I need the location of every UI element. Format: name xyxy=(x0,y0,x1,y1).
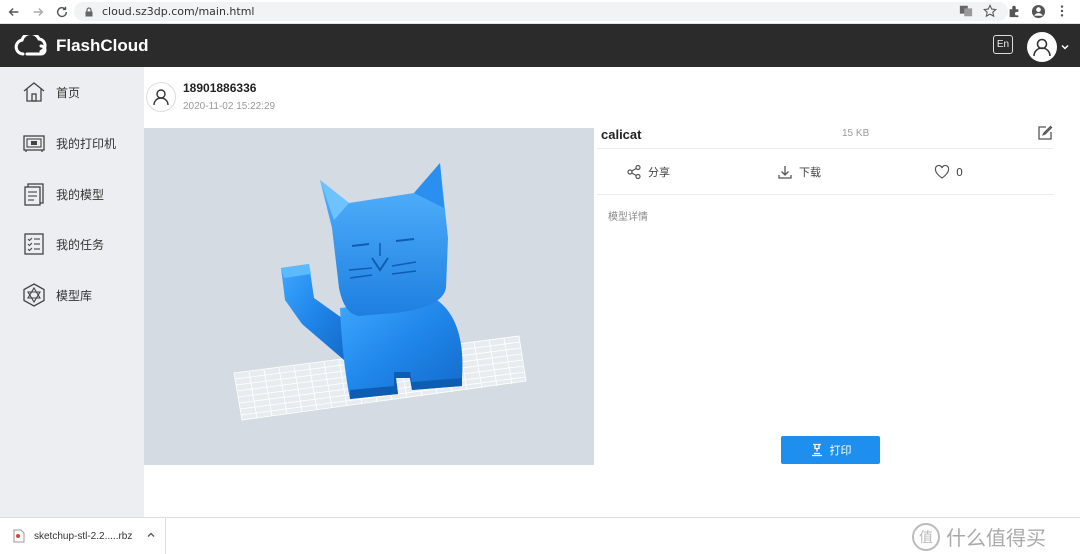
uploader-name: 18901886336 xyxy=(183,81,257,95)
share-icon xyxy=(627,164,641,180)
watermark: 值 什么值得买 xyxy=(912,522,1046,551)
download-button[interactable]: 下载 xyxy=(777,164,821,180)
model-file-size: 15 KB xyxy=(842,128,870,139)
task-list-icon xyxy=(24,233,44,255)
library-icon xyxy=(23,283,45,307)
language-toggle-button[interactable]: En xyxy=(993,35,1013,54)
reload-icon[interactable] xyxy=(52,2,72,22)
chevron-up-icon[interactable] xyxy=(146,530,156,540)
sidebar-item-home[interactable]: 首页 xyxy=(22,79,80,105)
brand-name: FlashCloud xyxy=(56,36,149,55)
menu-dots-icon[interactable] xyxy=(1054,3,1070,19)
print-label: 打印 xyxy=(829,444,852,457)
app-header: FlashCloud En xyxy=(0,24,1080,67)
sidebar-item-printers[interactable]: 我的打印机 xyxy=(22,130,116,156)
url-text: cloud.sz3dp.com/main.html xyxy=(102,5,255,18)
uploader-avatar xyxy=(146,82,176,112)
sidebar-item-label: 首页 xyxy=(56,85,81,100)
like-button[interactable]: 0 xyxy=(934,164,963,180)
bookmark-star-icon[interactable] xyxy=(982,3,998,19)
file-icon xyxy=(13,529,25,543)
translate-icon[interactable] xyxy=(958,3,974,19)
edit-icon[interactable] xyxy=(1037,125,1053,141)
model-icon xyxy=(24,183,44,206)
back-icon[interactable] xyxy=(4,2,24,22)
heart-icon xyxy=(934,164,950,179)
model-preview-viewport[interactable] xyxy=(144,128,594,465)
forward-icon[interactable] xyxy=(28,2,48,22)
print-nozzle-icon xyxy=(811,443,822,457)
home-icon xyxy=(23,82,45,102)
sidebar: 首页 我的打印机 我的模型 我的任务 模型库 xyxy=(0,67,144,517)
sidebar-item-label: 我的打印机 xyxy=(56,136,117,151)
cloud-logo-icon xyxy=(14,35,47,56)
download-filename: sketchup-stl-2.2.....rbz xyxy=(34,530,133,542)
download-item[interactable]: sketchup-stl-2.2.....rbz xyxy=(0,518,166,554)
download-icon xyxy=(778,166,792,179)
profile-icon[interactable] xyxy=(1030,3,1046,19)
watermark-logo-icon: 值 xyxy=(912,522,940,551)
user-icon xyxy=(153,89,169,106)
share-button[interactable]: 分享 xyxy=(626,164,670,180)
user-icon xyxy=(1033,38,1051,57)
model-title: calicat xyxy=(601,127,642,142)
sidebar-item-library[interactable]: 模型库 xyxy=(22,282,92,308)
upload-timestamp: 2020-11-02 15:22:29 xyxy=(183,101,276,112)
sidebar-item-label: 我的模型 xyxy=(56,187,105,202)
sidebar-item-label: 我的任务 xyxy=(56,237,105,252)
model-render xyxy=(233,163,527,421)
sidebar-item-models[interactable]: 我的模型 xyxy=(22,181,104,207)
address-bar[interactable]: cloud.sz3dp.com/main.html xyxy=(74,2,1008,21)
sidebar-item-label: 模型库 xyxy=(56,288,93,303)
brand-logo[interactable]: FlashCloud xyxy=(14,35,149,57)
lock-icon xyxy=(85,6,93,16)
model-details-heading: 模型详情 xyxy=(608,212,648,223)
print-button[interactable]: 打印 xyxy=(781,436,880,464)
extensions-icon[interactable] xyxy=(1006,3,1022,19)
divider xyxy=(597,194,1053,195)
sidebar-item-tasks[interactable]: 我的任务 xyxy=(22,231,104,257)
printer-icon xyxy=(23,135,45,152)
watermark-text: 什么值得买 xyxy=(946,526,1046,550)
browser-download-bar: sketchup-stl-2.2.....rbz 值 什么值得买 xyxy=(0,517,1080,554)
download-label: 下载 xyxy=(799,166,821,179)
user-avatar-button[interactable] xyxy=(1027,32,1057,62)
chevron-down-icon[interactable] xyxy=(1060,42,1070,52)
divider xyxy=(597,148,1053,149)
browser-toolbar: cloud.sz3dp.com/main.html xyxy=(0,0,1080,24)
like-count: 0 xyxy=(956,165,963,179)
share-label: 分享 xyxy=(648,166,670,179)
